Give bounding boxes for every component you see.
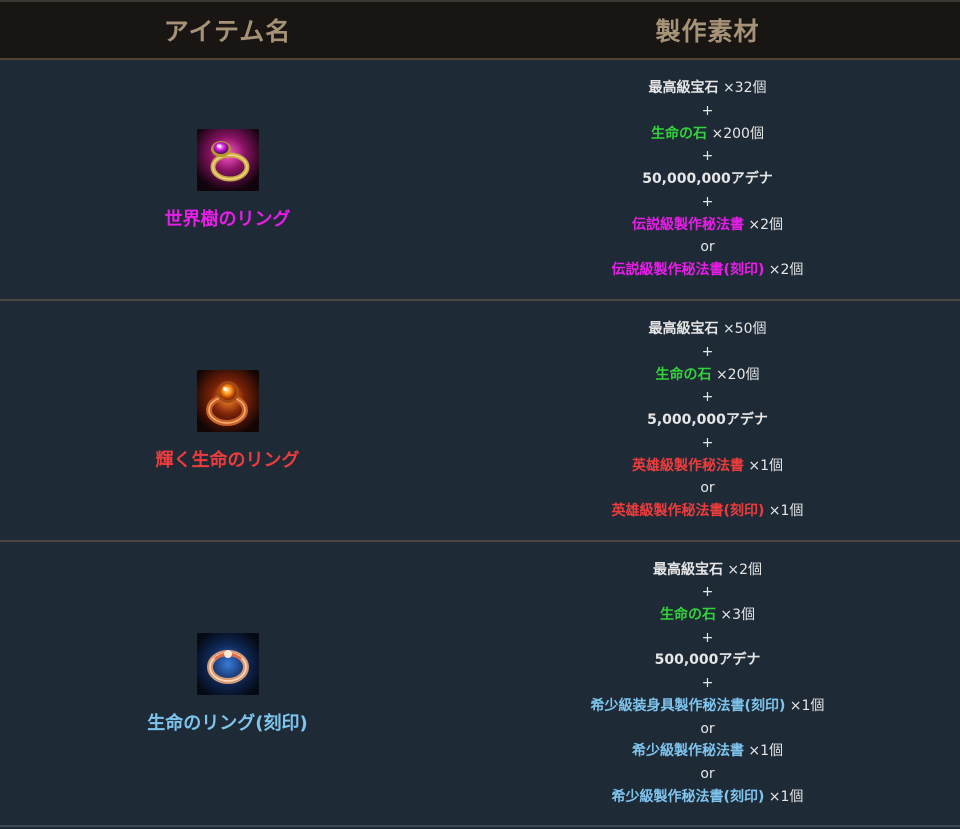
material-quantity: ×1個 [768, 788, 804, 805]
or-separator: or [700, 239, 715, 256]
material-line: 最高級宝石 ×2個 [653, 559, 762, 582]
plus-separator: + [701, 675, 714, 692]
material-line: 希少級装身具製作秘法書(刻印) ×1個 [591, 695, 825, 718]
material-line: 500,000アデナ [655, 649, 761, 672]
material-quantity: ×2個 [727, 561, 763, 578]
material-name: 英雄級製作秘法書 [631, 457, 744, 474]
material-name: 最高級宝石 [652, 561, 723, 578]
or-separator: or [700, 765, 715, 782]
material-quantity: ×2個 [768, 261, 804, 278]
plus-separator: + [701, 344, 714, 361]
material-name: 希少級装身具製作秘法書(刻印) [590, 697, 786, 714]
material-name: 5,000,000アデナ [647, 412, 768, 429]
material-line: 希少級製作秘法書(刻印) ×1個 [612, 786, 804, 809]
material-name: 500,000アデナ [654, 652, 761, 669]
or-separator: or [700, 720, 715, 737]
material-name: 生命の石 [659, 607, 716, 624]
item-name: 輝く生命のリング [155, 449, 300, 471]
plus-separator: + [701, 629, 714, 646]
material-name: 最高級宝石 [648, 80, 719, 97]
material-line: 最高級宝石 ×32個 [649, 77, 767, 100]
material-line: 希少級製作秘法書 ×1個 [632, 740, 783, 763]
table-header: アイテム名 製作素材 [0, 0, 960, 60]
table-row: 世界樹のリング 最高級宝石 ×32個 + 生命の石 ×200個 +50,000,000… [0, 60, 960, 301]
materials-cell: 最高級宝石 ×32個 + 生命の石 ×200個 +50,000,000アデナ + 伝説級製… [455, 60, 960, 299]
material-line: 50,000,000アデナ [642, 168, 773, 191]
materials-cell: 最高級宝石 ×2個 + 生命の石 ×3個 +500,000アデナ + 希少級装身具製作秘法… [455, 542, 960, 825]
material-quantity: ×200個 [711, 125, 764, 142]
item-name: 世界樹のリング [164, 208, 291, 230]
plus-separator: + [701, 193, 714, 210]
material-line: 伝説級製作秘法書 ×2個 [632, 214, 783, 237]
material-name: 希少級製作秘法書 [631, 743, 744, 760]
or-separator: or [700, 480, 715, 497]
material-quantity: ×1個 [768, 502, 804, 519]
material-line: 生命の石 ×20個 [656, 364, 760, 387]
table-row: 生命のリング(刻印) 最高級宝石 ×2個 + 生命の石 ×3個 +500,000アデナ… [0, 542, 960, 827]
material-quantity: ×1個 [789, 697, 825, 714]
item-cell: 輝く生命のリング [0, 301, 455, 540]
material-quantity: ×20個 [715, 366, 760, 383]
material-line: 5,000,000アデナ [647, 409, 768, 432]
material-name: 伝説級製作秘法書 [631, 216, 744, 233]
material-line: 生命の石 ×3個 [660, 604, 755, 627]
plus-separator: + [701, 434, 714, 451]
plus-separator: + [701, 584, 714, 601]
plus-separator: + [701, 148, 714, 165]
material-quantity: ×1個 [748, 743, 784, 760]
material-quantity: ×1個 [748, 457, 784, 474]
material-quantity: ×32個 [722, 80, 767, 97]
plus-separator: + [701, 389, 714, 406]
item-cell: 世界樹のリング [0, 60, 455, 299]
item-name: 生命のリング(刻印) [147, 712, 308, 734]
material-name: 希少級製作秘法書(刻印) [611, 788, 765, 805]
blue-glow-ring-icon [196, 632, 259, 695]
magenta-gem-ring-icon [196, 128, 259, 191]
material-name: 伝説級製作秘法書(刻印) [611, 261, 765, 278]
material-line: 英雄級製作秘法書 ×1個 [632, 455, 783, 478]
plus-separator: + [701, 103, 714, 120]
item-cell: 生命のリング(刻印) [0, 542, 455, 825]
material-quantity: ×3個 [720, 607, 756, 624]
material-name: 最高級宝石 [648, 321, 719, 338]
material-line: 生命の石 ×200個 [651, 123, 764, 146]
column-header-item-name: アイテム名 [163, 17, 292, 46]
orange-gem-ring-icon [196, 369, 259, 432]
material-line: 英雄級製作秘法書(刻印) ×1個 [612, 500, 804, 523]
material-quantity: ×50個 [722, 321, 767, 338]
material-name: 生命の石 [651, 125, 708, 142]
materials-cell: 最高級宝石 ×50個 + 生命の石 ×20個 +5,000,000アデナ + 英雄級製作秘… [455, 301, 960, 540]
column-header-materials: 製作素材 [655, 17, 760, 46]
crafting-table: アイテム名 製作素材 世界樹のリング 最高級宝石 ×32個 + 生命の石 ×20… [0, 0, 960, 829]
material-name: 生命の石 [655, 366, 712, 383]
table-row: 輝く生命のリング 最高級宝石 ×50個 + 生命の石 ×20個 +5,000,000ア… [0, 301, 960, 542]
material-name: 50,000,000アデナ [642, 171, 773, 188]
material-line: 最高級宝石 ×50個 [649, 318, 767, 341]
material-quantity: ×2個 [748, 216, 784, 233]
material-name: 英雄級製作秘法書(刻印) [611, 502, 765, 519]
material-line: 伝説級製作秘法書(刻印) ×2個 [612, 259, 804, 282]
